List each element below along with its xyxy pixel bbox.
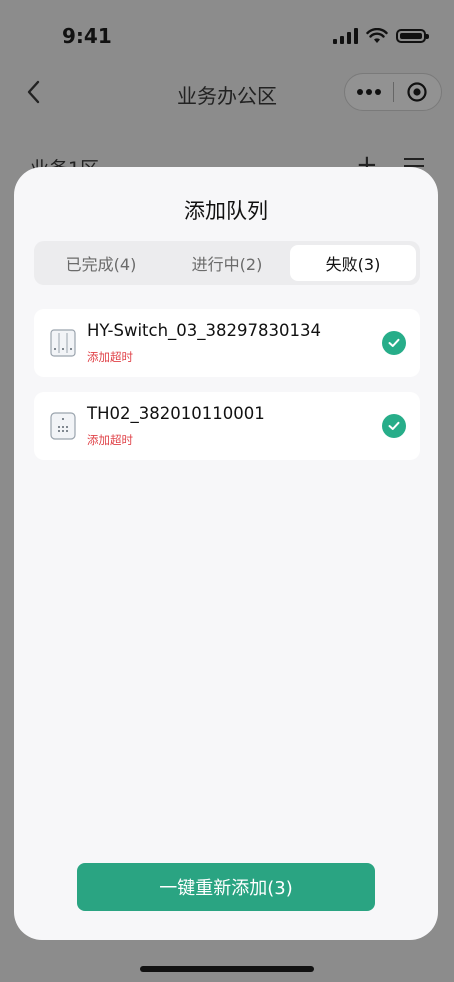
- tab-completed[interactable]: 已完成(4): [38, 245, 164, 281]
- status-tabs: 已完成(4) 进行中(2) 失败(3): [34, 241, 420, 285]
- target-icon: [407, 82, 427, 102]
- device-name: HY-Switch_03_38297830134: [87, 321, 322, 340]
- retry-all-button[interactable]: 一键重新添加(3): [77, 863, 375, 911]
- status-bar: 9:41: [0, 0, 454, 70]
- sensor-icon: [50, 412, 76, 440]
- tab-in-progress[interactable]: 进行中(2): [164, 245, 290, 281]
- home-indicator: [140, 966, 314, 972]
- nav-bar: 业务办公区: [0, 70, 454, 114]
- device-status: 添加超时: [87, 350, 133, 364]
- modal-title: 添加队列: [184, 199, 268, 223]
- device-status: 添加超时: [87, 433, 133, 447]
- switch-icon: [50, 329, 76, 357]
- close-mini-program-button[interactable]: [394, 81, 442, 103]
- battery-icon: [396, 29, 429, 43]
- signal-icon: [333, 28, 358, 44]
- more-button[interactable]: [345, 89, 393, 95]
- check-icon[interactable]: [382, 331, 406, 355]
- device-card[interactable]: TH02_382010110001 添加超时: [34, 392, 420, 460]
- device-name: TH02_382010110001: [87, 404, 265, 423]
- tab-failed[interactable]: 失败(3): [290, 245, 416, 281]
- wifi-icon: [366, 28, 388, 43]
- status-time: 9:41: [62, 24, 112, 48]
- mini-program-capsule: [344, 73, 442, 111]
- add-queue-modal: 添加队列 已完成(4) 进行中(2) 失败(3) HY-Switch_03_38…: [14, 167, 438, 940]
- status-icons: [333, 28, 429, 44]
- device-card[interactable]: HY-Switch_03_38297830134 添加超时: [34, 309, 420, 377]
- check-icon[interactable]: [382, 414, 406, 438]
